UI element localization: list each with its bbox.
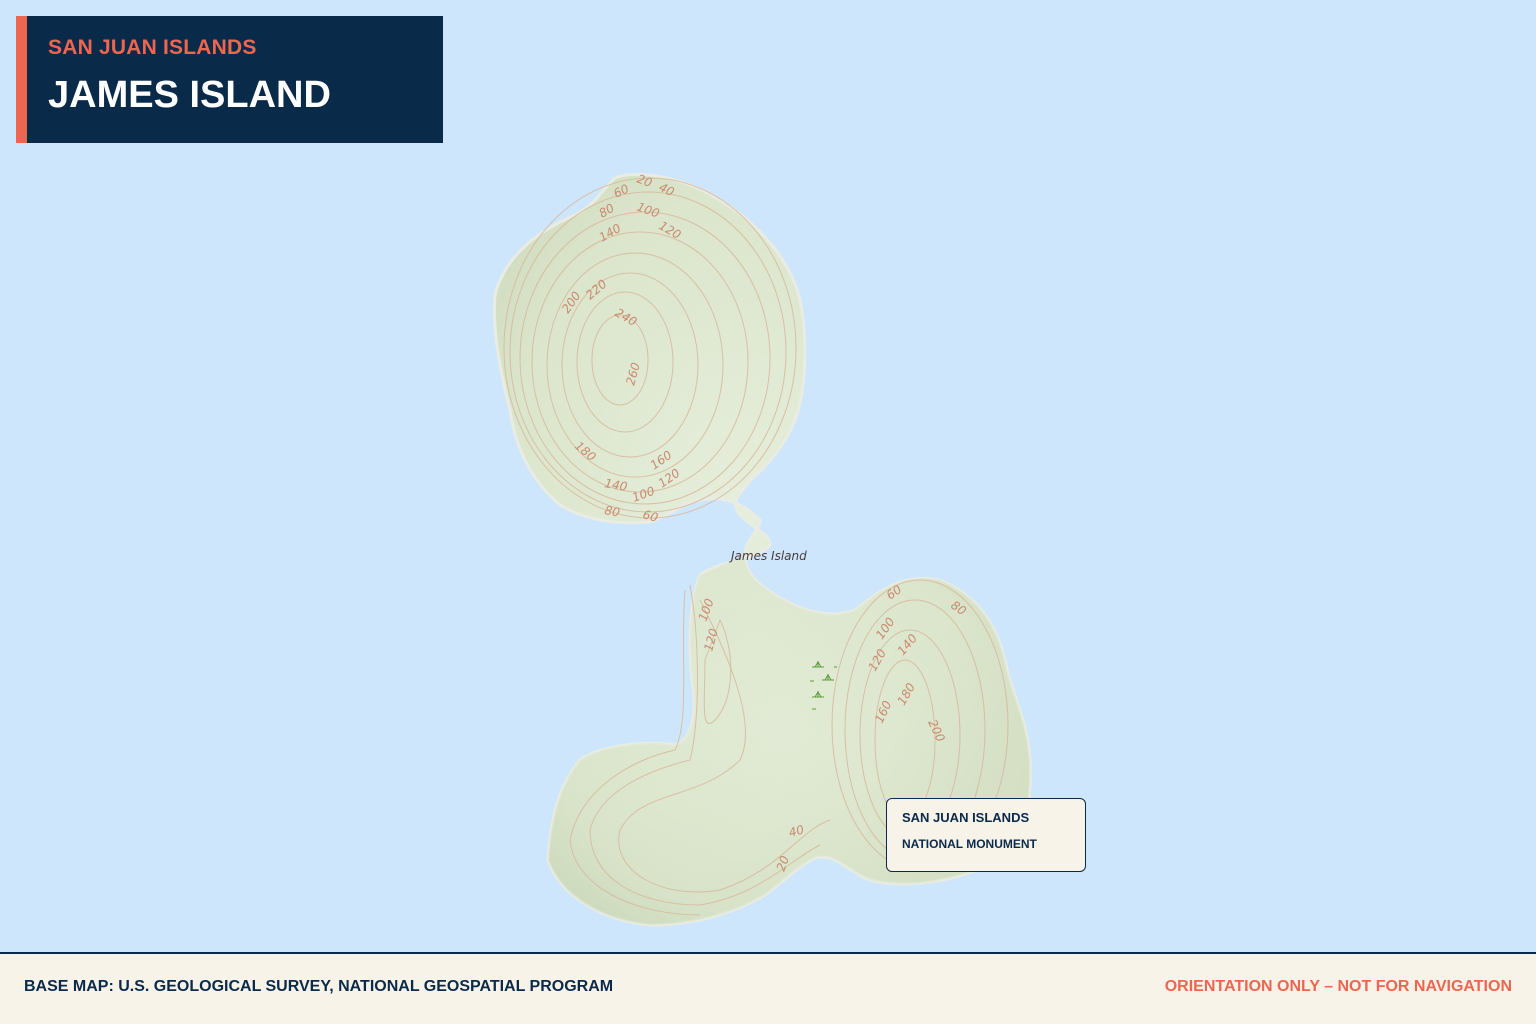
callout-line-1: SAN JUAN ISLANDS bbox=[902, 810, 1030, 825]
svg-text:80: 80 bbox=[603, 503, 621, 520]
island-label: James Island bbox=[729, 549, 807, 563]
monument-callout[interactable]: SAN JUAN ISLANDS NATIONAL MONUMENT bbox=[886, 798, 1086, 872]
footer: BASE MAP: U.S. GEOLOGICAL SURVEY, NATION… bbox=[0, 952, 1536, 1024]
callout-line-2: NATIONAL MONUMENT bbox=[902, 837, 1037, 851]
base-map-credit: BASE MAP: U.S. GEOLOGICAL SURVEY, NATION… bbox=[24, 978, 614, 995]
title-subtitle: SAN JUAN ISLANDS bbox=[48, 36, 257, 59]
title-card: SAN JUAN ISLANDS JAMES ISLAND bbox=[16, 16, 443, 143]
page-title: JAMES ISLAND bbox=[48, 74, 331, 116]
navigation-disclaimer: ORIENTATION ONLY – NOT FOR NAVIGATION bbox=[1164, 978, 1512, 995]
